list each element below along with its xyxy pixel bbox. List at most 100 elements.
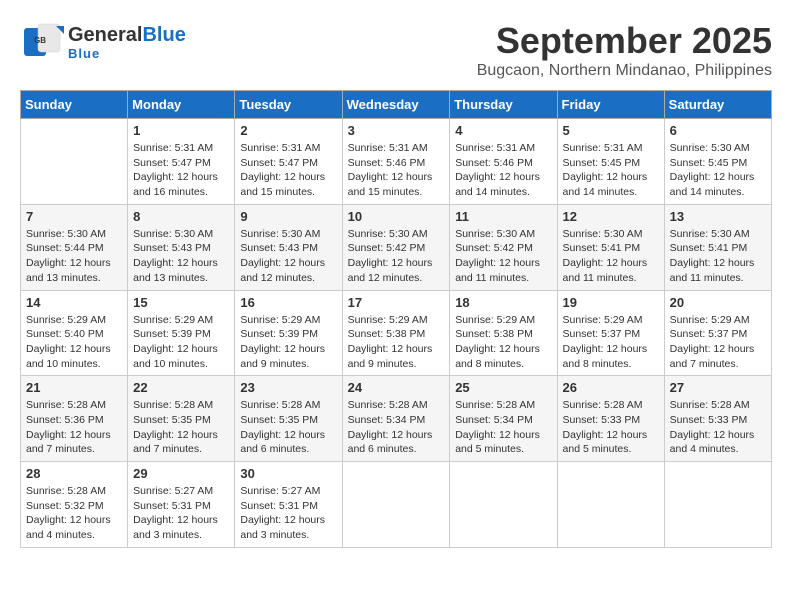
day-info: Sunrise: 5:29 AMSunset: 5:39 PMDaylight:…: [133, 313, 229, 372]
day-info: Sunrise: 5:30 AMSunset: 5:42 PMDaylight:…: [348, 227, 445, 286]
day-cell: 14 Sunrise: 5:29 AMSunset: 5:40 PMDayligh…: [21, 290, 128, 376]
day-info: Sunrise: 5:31 AMSunset: 5:47 PMDaylight:…: [133, 141, 229, 200]
day-number: 4: [455, 123, 551, 138]
day-number: 7: [26, 209, 122, 224]
day-info: Sunrise: 5:30 AMSunset: 5:44 PMDaylight:…: [26, 227, 122, 286]
day-number: 1: [133, 123, 229, 138]
header: GB GeneralBlue Blue September 2025 Bugca…: [20, 20, 772, 80]
day-info: Sunrise: 5:29 AMSunset: 5:39 PMDaylight:…: [240, 313, 336, 372]
header-row: SundayMondayTuesdayWednesdayThursdayFrid…: [21, 91, 772, 119]
day-number: 20: [670, 295, 766, 310]
title-area: September 2025 Bugcaon, Northern Mindana…: [477, 20, 772, 80]
logo-general: General: [68, 24, 142, 46]
day-number: 29: [133, 466, 229, 481]
day-cell: 24Sunrise: 5:28 AMSunset: 5:34 PMDayligh…: [342, 376, 450, 462]
day-number: 22: [133, 380, 229, 395]
logo-tagline: Blue: [68, 46, 186, 61]
day-number: 2: [240, 123, 336, 138]
day-cell: 30 Sunrise: 5:27 AMSunset: 5:31 PMDayligh…: [235, 462, 342, 548]
day-cell: 26 Sunrise: 5:28 AMSunset: 5:33 PMDayligh…: [557, 376, 664, 462]
day-info: Sunrise: 5:31 AMSunset: 5:47 PMDaylight:…: [240, 141, 336, 200]
day-cell: 11 Sunrise: 5:30 AMSunset: 5:42 PMDayligh…: [450, 204, 557, 290]
day-info: Sunrise: 5:27 AMSunset: 5:31 PMDaylight:…: [240, 484, 336, 543]
day-number: 10: [348, 209, 445, 224]
week-row-5: 28Sunrise: 5:28 AMSunset: 5:32 PMDayligh…: [21, 462, 772, 548]
day-info: Sunrise: 5:31 AMSunset: 5:45 PMDaylight:…: [563, 141, 659, 200]
week-row-2: 7 Sunrise: 5:30 AMSunset: 5:44 PMDaylight…: [21, 204, 772, 290]
header-friday: Friday: [557, 91, 664, 119]
header-thursday: Thursday: [450, 91, 557, 119]
day-number: 30: [240, 466, 336, 481]
day-cell: 22 Sunrise: 5:28 AMSunset: 5:35 PMDayligh…: [128, 376, 235, 462]
day-cell: 13Sunrise: 5:30 AMSunset: 5:41 PMDayligh…: [664, 204, 771, 290]
day-number: 21: [26, 380, 122, 395]
day-cell: 15 Sunrise: 5:29 AMSunset: 5:39 PMDayligh…: [128, 290, 235, 376]
day-info: Sunrise: 5:28 AMSunset: 5:34 PMDaylight:…: [455, 398, 551, 457]
week-row-1: 1 Sunrise: 5:31 AMSunset: 5:47 PMDaylight…: [21, 119, 772, 205]
day-info: Sunrise: 5:29 AMSunset: 5:37 PMDaylight:…: [563, 313, 659, 372]
day-info: Sunrise: 5:30 AMSunset: 5:41 PMDaylight:…: [670, 227, 766, 286]
day-number: 24: [348, 380, 445, 395]
day-cell: 17Sunrise: 5:29 AMSunset: 5:38 PMDayligh…: [342, 290, 450, 376]
day-number: 14: [26, 295, 122, 310]
day-cell: 23 Sunrise: 5:28 AMSunset: 5:35 PMDayligh…: [235, 376, 342, 462]
day-info: Sunrise: 5:30 AMSunset: 5:45 PMDaylight:…: [670, 141, 766, 200]
day-number: 19: [563, 295, 659, 310]
day-number: 25: [455, 380, 551, 395]
week-row-4: 21 Sunrise: 5:28 AMSunset: 5:36 PMDayligh…: [21, 376, 772, 462]
day-info: Sunrise: 5:29 AMSunset: 5:37 PMDaylight:…: [670, 313, 766, 372]
day-cell: 20 Sunrise: 5:29 AMSunset: 5:37 PMDayligh…: [664, 290, 771, 376]
day-cell: [557, 462, 664, 548]
month-title: September 2025: [477, 20, 772, 62]
day-cell: 3Sunrise: 5:31 AMSunset: 5:46 PMDaylight…: [342, 119, 450, 205]
calendar-table: SundayMondayTuesdayWednesdayThursdayFrid…: [20, 90, 772, 548]
day-info: Sunrise: 5:27 AMSunset: 5:31 PMDaylight:…: [133, 484, 229, 543]
day-cell: 6Sunrise: 5:30 AMSunset: 5:45 PMDaylight…: [664, 119, 771, 205]
day-cell: 19 Sunrise: 5:29 AMSunset: 5:37 PMDayligh…: [557, 290, 664, 376]
day-number: 23: [240, 380, 336, 395]
header-saturday: Saturday: [664, 91, 771, 119]
day-number: 16: [240, 295, 336, 310]
day-number: 5: [563, 123, 659, 138]
day-info: Sunrise: 5:30 AMSunset: 5:42 PMDaylight:…: [455, 227, 551, 286]
day-cell: 8Sunrise: 5:30 AMSunset: 5:43 PMDaylight…: [128, 204, 235, 290]
day-cell: 21 Sunrise: 5:28 AMSunset: 5:36 PMDayligh…: [21, 376, 128, 462]
day-number: 27: [670, 380, 766, 395]
header-wednesday: Wednesday: [342, 91, 450, 119]
day-info: Sunrise: 5:29 AMSunset: 5:38 PMDaylight:…: [455, 313, 551, 372]
day-cell: 29 Sunrise: 5:27 AMSunset: 5:31 PMDayligh…: [128, 462, 235, 548]
day-info: Sunrise: 5:30 AMSunset: 5:43 PMDaylight:…: [133, 227, 229, 286]
day-number: 11: [455, 209, 551, 224]
day-info: Sunrise: 5:31 AMSunset: 5:46 PMDaylight:…: [455, 141, 551, 200]
day-info: Sunrise: 5:30 AMSunset: 5:41 PMDaylight:…: [563, 227, 659, 286]
day-info: Sunrise: 5:28 AMSunset: 5:35 PMDaylight:…: [240, 398, 336, 457]
header-sunday: Sunday: [21, 91, 128, 119]
day-info: Sunrise: 5:28 AMSunset: 5:33 PMDaylight:…: [670, 398, 766, 457]
day-number: 17: [348, 295, 445, 310]
day-cell: 10 Sunrise: 5:30 AMSunset: 5:42 PMDayligh…: [342, 204, 450, 290]
day-number: 26: [563, 380, 659, 395]
day-cell: 12 Sunrise: 5:30 AMSunset: 5:41 PMDayligh…: [557, 204, 664, 290]
week-row-3: 14 Sunrise: 5:29 AMSunset: 5:40 PMDayligh…: [21, 290, 772, 376]
day-number: 12: [563, 209, 659, 224]
day-number: 15: [133, 295, 229, 310]
day-cell: 4 Sunrise: 5:31 AMSunset: 5:46 PMDaylight…: [450, 119, 557, 205]
day-number: 3: [348, 123, 445, 138]
day-info: Sunrise: 5:28 AMSunset: 5:36 PMDaylight:…: [26, 398, 122, 457]
day-info: Sunrise: 5:30 AMSunset: 5:43 PMDaylight:…: [240, 227, 336, 286]
day-cell: 18 Sunrise: 5:29 AMSunset: 5:38 PMDayligh…: [450, 290, 557, 376]
day-cell: 16 Sunrise: 5:29 AMSunset: 5:39 PMDayligh…: [235, 290, 342, 376]
day-cell: 9Sunrise: 5:30 AMSunset: 5:43 PMDaylight…: [235, 204, 342, 290]
day-cell: 28Sunrise: 5:28 AMSunset: 5:32 PMDayligh…: [21, 462, 128, 548]
day-cell: [342, 462, 450, 548]
day-info: Sunrise: 5:28 AMSunset: 5:33 PMDaylight:…: [563, 398, 659, 457]
location-title: Bugcaon, Northern Mindanao, Philippines: [477, 62, 772, 80]
day-info: Sunrise: 5:28 AMSunset: 5:35 PMDaylight:…: [133, 398, 229, 457]
day-cell: 5 Sunrise: 5:31 AMSunset: 5:45 PMDaylight…: [557, 119, 664, 205]
header-tuesday: Tuesday: [235, 91, 342, 119]
logo-blue: Blue: [142, 24, 185, 46]
day-cell: 2 Sunrise: 5:31 AMSunset: 5:47 PMDaylight…: [235, 119, 342, 205]
day-info: Sunrise: 5:29 AMSunset: 5:40 PMDaylight:…: [26, 313, 122, 372]
day-info: Sunrise: 5:28 AMSunset: 5:32 PMDaylight:…: [26, 484, 122, 543]
day-number: 18: [455, 295, 551, 310]
